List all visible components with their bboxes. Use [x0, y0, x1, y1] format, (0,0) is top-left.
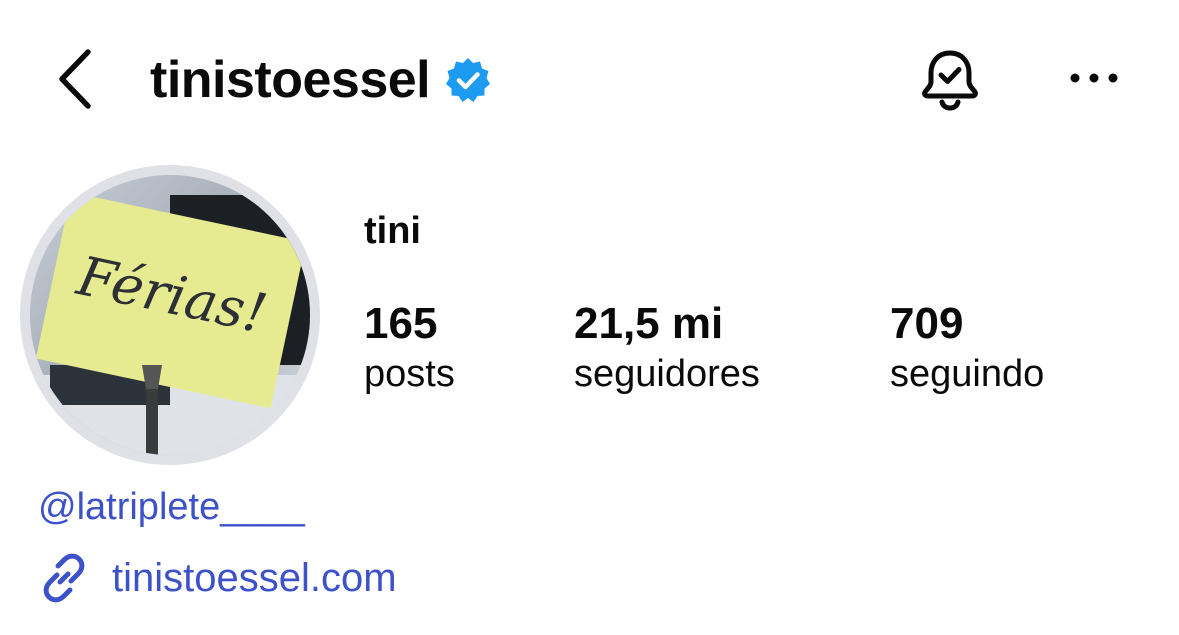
link-icon [43, 553, 85, 603]
bell-check-icon [922, 50, 978, 111]
stat-followers-value: 21,5 mi [574, 299, 724, 348]
notifications-button[interactable] [916, 46, 984, 112]
avatar-image: Férias! [30, 175, 310, 455]
avatar[interactable]: Férias! [30, 175, 310, 455]
bio-mention-link[interactable]: @latriplete____ [38, 486, 305, 529]
header-username-row: tinistoessel [150, 44, 492, 116]
stat-posts-value: 165 [364, 299, 438, 348]
more-options-button[interactable] [1066, 64, 1122, 92]
stat-posts[interactable]: 165 posts [364, 298, 455, 398]
stat-followers[interactable]: 21,5 mi seguidores [574, 298, 760, 398]
stat-followers-label: seguidores [574, 353, 760, 395]
stat-following-value: 709 [890, 299, 964, 348]
bio-website-link[interactable]: tinistoessel.com [38, 552, 397, 604]
back-button[interactable] [52, 46, 100, 112]
profile-username: tinistoessel [150, 51, 431, 109]
more-horizontal-icon [1070, 73, 1118, 83]
website-url: tinistoessel.com [112, 555, 397, 600]
stat-following-label: seguindo [890, 353, 1045, 395]
display-name: tini [364, 210, 421, 252]
stat-posts-label: posts [364, 353, 455, 395]
chevron-left-icon [59, 49, 91, 109]
stat-following[interactable]: 709 seguindo [890, 298, 1044, 398]
verified-badge-icon [446, 58, 491, 102]
